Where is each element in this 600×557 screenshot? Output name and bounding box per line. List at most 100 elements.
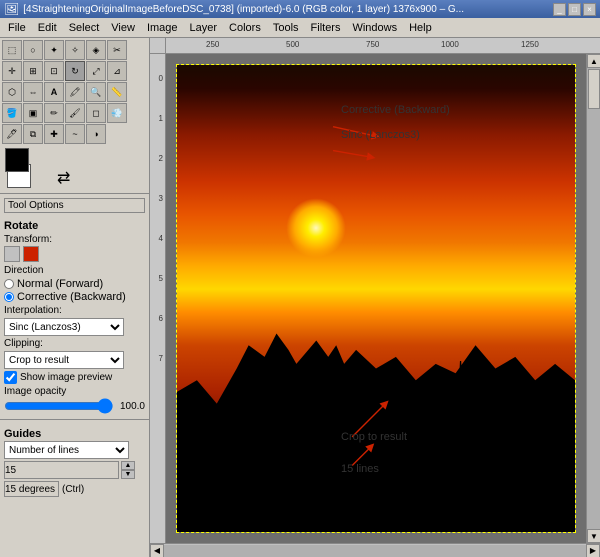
canvas-area: 250 500 750 1000 1250 0 1 2 3 4 5 6 [150, 38, 600, 557]
tool-measure[interactable]: 📏 [107, 82, 127, 102]
canvas-body: 0 1 2 3 4 5 6 7 [150, 54, 600, 543]
scroll-down-button[interactable]: ▼ [587, 529, 600, 543]
tool-heal[interactable]: ✚ [44, 124, 64, 144]
annotation-corrective-backward: Corrective (Backward) [341, 104, 450, 116]
clipping-row: Crop to result Adjust Clip [4, 351, 145, 369]
interpolation-row: Sinc (Lanczos3) None Linear Cubic [4, 318, 145, 336]
tool-blend[interactable]: ▣ [23, 103, 43, 123]
rotate-panel-title: Rotate [4, 220, 145, 232]
scroll-right-button[interactable]: ▶ [586, 544, 600, 557]
corrective-backward-row: Corrective (Backward) [4, 291, 145, 303]
tool-flip[interactable]: ⇔ [23, 82, 43, 102]
tool-free-select[interactable]: ✦ [44, 40, 64, 60]
tool-crop[interactable]: ⊡ [44, 61, 64, 81]
ruler-mark-1250: 1250 [521, 40, 539, 49]
maximize-button[interactable]: □ [568, 3, 581, 16]
guides-panel: Guides Number of lines Line spacing ▲ ▼ … [0, 422, 149, 500]
tool-fuzzy-select[interactable]: ✧ [65, 40, 85, 60]
annotation-sinc-lanczos3: Sinc (Lanczos3) [341, 129, 420, 141]
guides-lines-input[interactable] [4, 461, 119, 479]
tool-scale[interactable]: ⤢ [86, 61, 106, 81]
degrees-ctrl-label: (Ctrl) [62, 484, 84, 495]
tool-perspective[interactable]: ⬡ [2, 82, 22, 102]
tool-color-picker[interactable]: 🖍 [65, 82, 85, 102]
tool-pencil[interactable]: ✏ [44, 103, 64, 123]
opacity-value: 100.0 [116, 401, 145, 412]
menu-file[interactable]: File [2, 20, 32, 36]
close-button[interactable]: × [583, 3, 596, 16]
tool-text[interactable]: A [44, 82, 64, 102]
swap-colors-icon[interactable]: ⇄ [57, 168, 70, 188]
toolbox: ⬚ ○ ✦ ✧ ◈ ✂ ✛ ⊞ ⊡ ↻ ⤢ ⊿ ⬡ ⇔ A 🖍 🔍 [0, 38, 149, 194]
show-preview-label: Show image preview [20, 372, 112, 383]
corrective-backward-radio[interactable] [4, 292, 14, 302]
ruler-corner [150, 38, 166, 54]
tool-clone[interactable]: ⧉ [23, 124, 43, 144]
ruler-mark-500: 500 [286, 40, 299, 49]
interpolation-dropdown[interactable]: Sinc (Lanczos3) None Linear Cubic [4, 318, 124, 336]
ruler-mark-250: 250 [206, 40, 219, 49]
scroll-up-button[interactable]: ▲ [587, 54, 600, 68]
scroll-left-button[interactable]: ◀ [150, 544, 164, 557]
tool-smudge[interactable]: ~ [65, 124, 85, 144]
tool-ellipse-select[interactable]: ○ [23, 40, 43, 60]
ruler-top: 250 500 750 1000 1250 [150, 38, 600, 54]
menu-colors[interactable]: Colors [223, 20, 267, 36]
menu-filters[interactable]: Filters [305, 20, 347, 36]
ruler-left: 0 1 2 3 4 5 6 7 [150, 54, 166, 543]
menu-view[interactable]: View [105, 20, 141, 36]
scroll-track-v[interactable] [587, 68, 600, 529]
scroll-track-h[interactable] [164, 545, 586, 557]
tool-rotate[interactable]: ↻ [65, 61, 85, 81]
tool-rect-select[interactable]: ⬚ [2, 40, 22, 60]
opacity-slider[interactable] [4, 398, 114, 414]
color-swatches: ⇄ [2, 145, 147, 191]
tool-scissors[interactable]: ✂ [107, 40, 127, 60]
tool-ink[interactable]: 🖊 [2, 124, 22, 144]
guides-spin-down[interactable]: ▼ [121, 470, 135, 479]
menu-tools[interactable]: Tools [267, 20, 305, 36]
image-canvas[interactable]: Corrective (Backward) Sinc (Lanczos3) Cr… [166, 54, 586, 543]
canvas-with-rulers: 250 500 750 1000 1250 0 1 2 3 4 5 6 [150, 38, 600, 557]
transform-color-icon[interactable] [23, 246, 39, 262]
transform-label: Transform: [4, 234, 145, 245]
tool-shear[interactable]: ⊿ [107, 61, 127, 81]
tool-airbrush[interactable]: 💨 [107, 103, 127, 123]
rotate-panel: Rotate Transform: Direction Normal (Forw… [0, 217, 149, 417]
degrees-row: (Ctrl) [4, 481, 145, 497]
vertical-scrollbar: ▲ ▼ [586, 54, 600, 543]
ruler-left-3: 3 [159, 194, 163, 203]
ruler-left-0: 0 [159, 74, 163, 83]
menu-layer[interactable]: Layer [184, 20, 224, 36]
window-controls: _ □ × [553, 3, 596, 16]
menu-image[interactable]: Image [141, 20, 184, 36]
show-preview-checkbox[interactable] [4, 371, 17, 384]
normal-forward-radio[interactable] [4, 279, 14, 289]
minimize-button[interactable]: _ [553, 3, 566, 16]
tool-select-by-color[interactable]: ◈ [86, 40, 106, 60]
ruler-left-6: 6 [159, 314, 163, 323]
annotation-crop-to-result: Crop to result [341, 431, 407, 443]
foreground-color-swatch[interactable] [5, 148, 29, 172]
menu-windows[interactable]: Windows [346, 20, 403, 36]
menu-bar: File Edit Select View Image Layer Colors… [0, 18, 600, 38]
clipping-dropdown[interactable]: Crop to result Adjust Clip [4, 351, 124, 369]
transform-icon[interactable] [4, 246, 20, 262]
tool-options-button[interactable]: Tool Options [4, 198, 145, 213]
menu-edit[interactable]: Edit [32, 20, 63, 36]
menu-help[interactable]: Help [403, 20, 438, 36]
menu-select[interactable]: Select [63, 20, 106, 36]
ruler-left-4: 4 [159, 234, 163, 243]
scroll-thumb-v[interactable] [588, 69, 600, 109]
tool-paintbrush[interactable]: 🖌 [65, 103, 85, 123]
tool-alignment[interactable]: ⊞ [23, 61, 43, 81]
transform-row [4, 246, 145, 262]
tool-move[interactable]: ✛ [2, 61, 22, 81]
tool-eraser[interactable]: ◻ [86, 103, 106, 123]
degrees-input[interactable] [4, 481, 59, 497]
guides-spin-up[interactable]: ▲ [121, 461, 135, 470]
tool-magnify[interactable]: 🔍 [86, 82, 106, 102]
tool-bucket-fill[interactable]: 🪣 [2, 103, 22, 123]
guides-type-dropdown[interactable]: Number of lines Line spacing [4, 441, 129, 459]
tool-dodge-burn[interactable]: ◑ [86, 124, 106, 144]
